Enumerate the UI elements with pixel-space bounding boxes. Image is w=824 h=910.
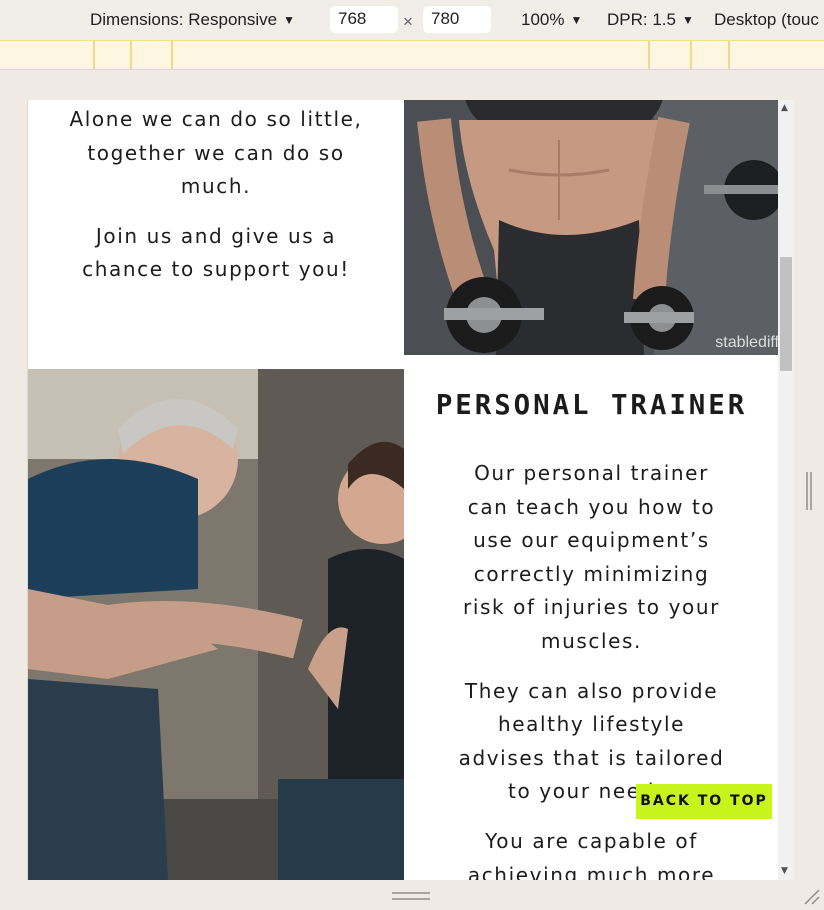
personal-trainer-illustration (28, 369, 404, 880)
ruler-mark[interactable] (648, 41, 650, 70)
ruler-mark[interactable] (93, 41, 95, 70)
viewport-scrollbar[interactable]: ▲ ▼ (778, 100, 794, 880)
device-mode-dropdown[interactable]: Desktop (touc (714, 10, 819, 30)
fitness-abs-illustration (404, 100, 778, 355)
dimensions-dropdown[interactable]: Dimensions: Responsive ▼ (90, 10, 295, 30)
width-input[interactable]: 768 (330, 6, 398, 33)
device-viewport: Alone we can do so little, together we c… (27, 100, 778, 880)
device-mode-label: Desktop (touc (714, 10, 819, 29)
back-to-top-button[interactable]: BACK TO TOP (636, 784, 772, 819)
zoom-dropdown[interactable]: 100% ▼ (521, 10, 582, 30)
devtools-device-toolbar: Dimensions: Responsive ▼ 768 × 780 100% ▼ … (0, 0, 824, 40)
scrollbar-thumb[interactable] (780, 257, 792, 371)
caret-down-icon: ▼ (681, 13, 694, 27)
ruler-mark[interactable] (171, 41, 173, 70)
resize-handle-right[interactable] (806, 472, 812, 510)
scroll-up-arrow-icon[interactable]: ▲ (781, 103, 788, 113)
caret-down-icon: ▼ (283, 13, 295, 27)
quote-section: Alone we can do so little, together we c… (28, 100, 404, 355)
ruler-mark[interactable] (130, 41, 132, 70)
height-input[interactable]: 780 (423, 6, 491, 33)
trainer-paragraph: You are capable of achieving much more (467, 828, 716, 880)
dimensions-label: Dimensions: Responsive (90, 10, 278, 29)
personal-trainer-heading: PERSONAL TRAINER (435, 388, 748, 421)
dpr-dropdown[interactable]: DPR: 1.5 ▼ (607, 10, 694, 30)
resize-handle-bottom[interactable] (392, 892, 430, 900)
photo-watermark: stablediff (715, 334, 778, 351)
fitness-abs-photo: stablediff (404, 100, 778, 355)
quote-text: Alone we can do so little, together we c… (69, 107, 363, 198)
resize-corner-grip-icon[interactable] (801, 886, 821, 906)
ruler-mark[interactable] (690, 41, 692, 70)
times-icon: × (403, 12, 413, 31)
personal-trainer-photo (28, 369, 404, 880)
zoom-label: 100% (521, 10, 565, 29)
scroll-down-arrow-icon[interactable]: ▼ (781, 866, 788, 876)
caret-down-icon: ▼ (570, 13, 583, 27)
trainer-paragraph: Our personal trainer can teach you how t… (463, 461, 720, 653)
dpr-label: DPR: 1.5 (607, 10, 676, 29)
join-us-text: Join us and give us a chance to support … (82, 223, 350, 282)
media-query-ruler (0, 40, 824, 70)
ruler-mark[interactable] (728, 41, 730, 70)
